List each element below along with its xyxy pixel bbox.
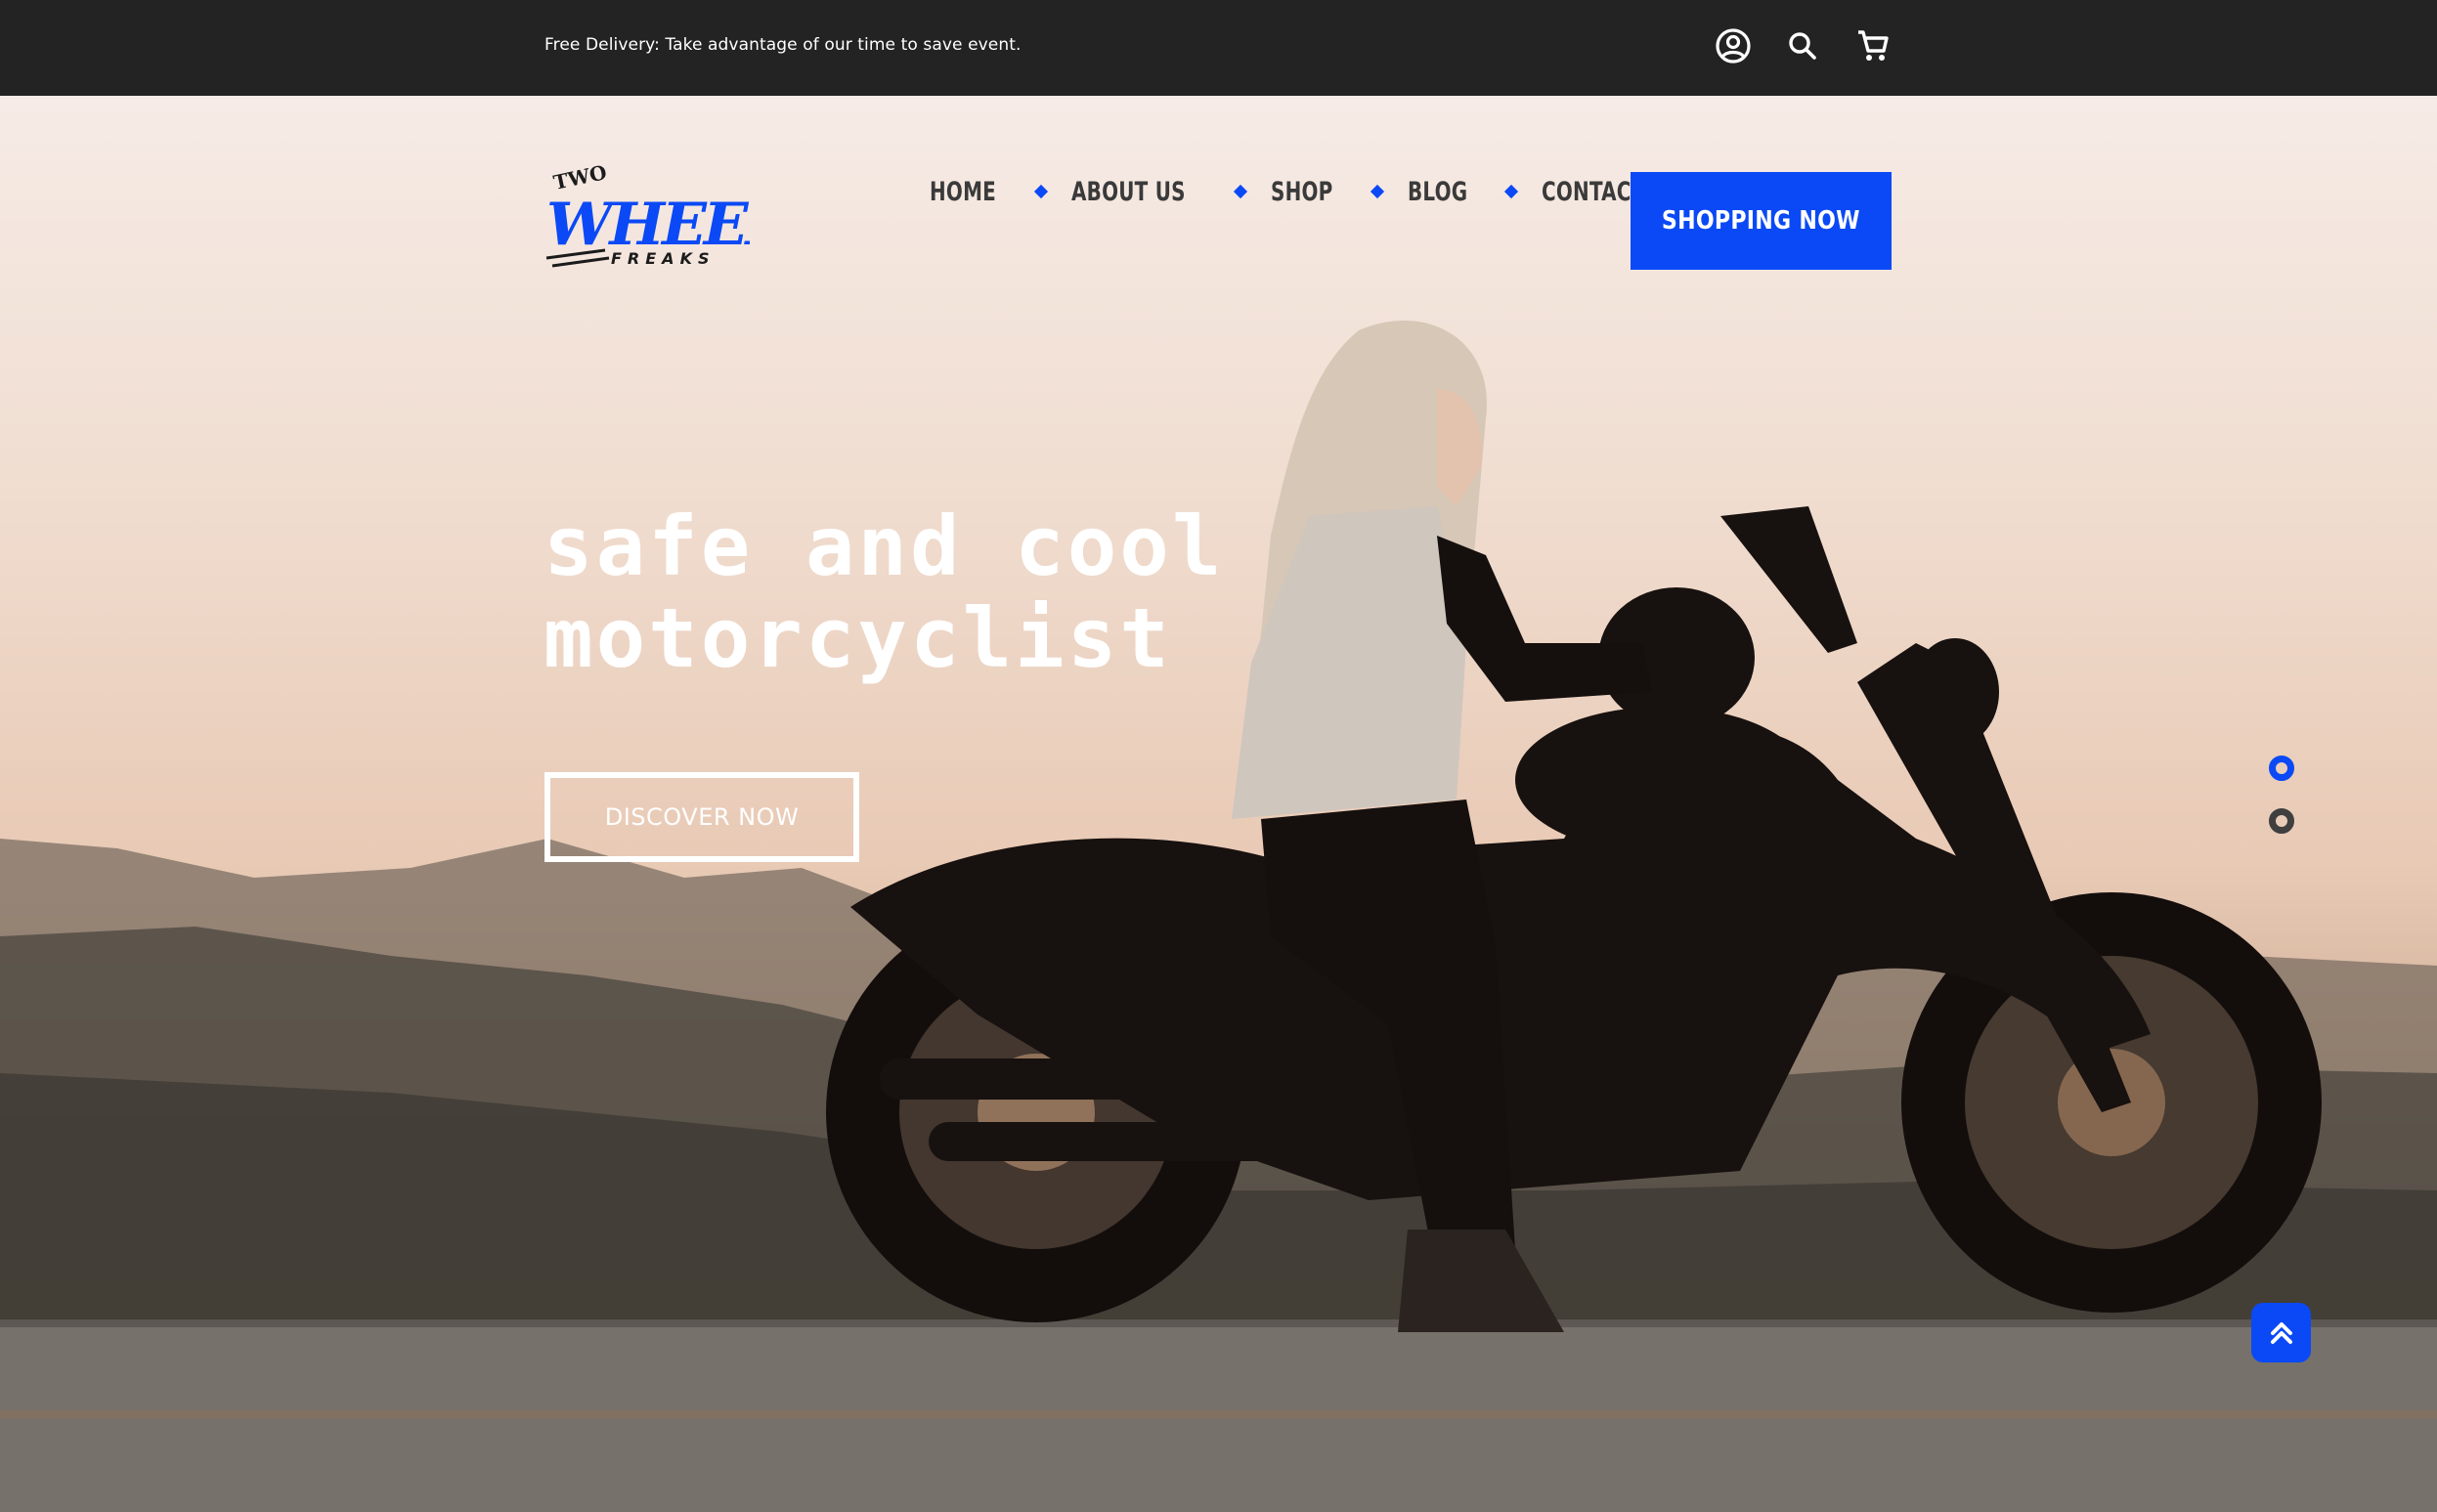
hero-headline-line1: safe and cool	[544, 498, 1225, 594]
shopping-now-label: SHOPPING NOW	[1662, 206, 1860, 236]
main-nav: HOME ABOUT US SHOP BLOG CONTACT	[930, 172, 1667, 211]
svg-text:FREAKS: FREAKS	[611, 249, 715, 268]
search-icon[interactable]	[1780, 23, 1825, 68]
nav-item-contact[interactable]: CONTACT	[1542, 177, 1644, 207]
nav-item-shop[interactable]: SHOP	[1271, 177, 1333, 207]
account-icon[interactable]	[1711, 23, 1756, 68]
hero-image	[0, 321, 2437, 1512]
nav-separator	[1503, 184, 1518, 199]
slider-dot-2[interactable]	[2269, 808, 2294, 834]
nav-separator	[1234, 184, 1248, 199]
cart-icon[interactable]	[1850, 23, 1895, 68]
nav-separator	[1033, 184, 1049, 199]
top-bar: Free Delivery: Take advantage of our tim…	[0, 0, 2437, 96]
double-chevron-up-icon	[2270, 1321, 2292, 1344]
nav-item-blog[interactable]: BLOG	[1408, 177, 1467, 207]
slider-dot-1[interactable]	[2269, 756, 2294, 781]
brand-logo[interactable]: TWO WHEELS FREAKS	[544, 164, 750, 274]
shopping-now-button[interactable]: SHOPPING NOW	[1631, 172, 1892, 270]
nav-separator	[1370, 184, 1384, 199]
nav-item-about-us[interactable]: ABOUT US	[1071, 177, 1186, 207]
nav-item-home[interactable]: HOME	[930, 177, 996, 207]
back-to-top-button[interactable]	[2251, 1303, 2311, 1362]
hero-headline-line2: motorcyclist	[544, 590, 1172, 686]
discover-now-button[interactable]: DISCOVER NOW	[544, 772, 859, 862]
promo-text: Free Delivery: Take advantage of our tim…	[544, 35, 1022, 55]
hero-headline: safe and cool motorcyclist	[544, 500, 1224, 684]
hero-section: TWO WHEELS FREAKS HOME ABOUT US SHOP BLO…	[0, 96, 2437, 1512]
